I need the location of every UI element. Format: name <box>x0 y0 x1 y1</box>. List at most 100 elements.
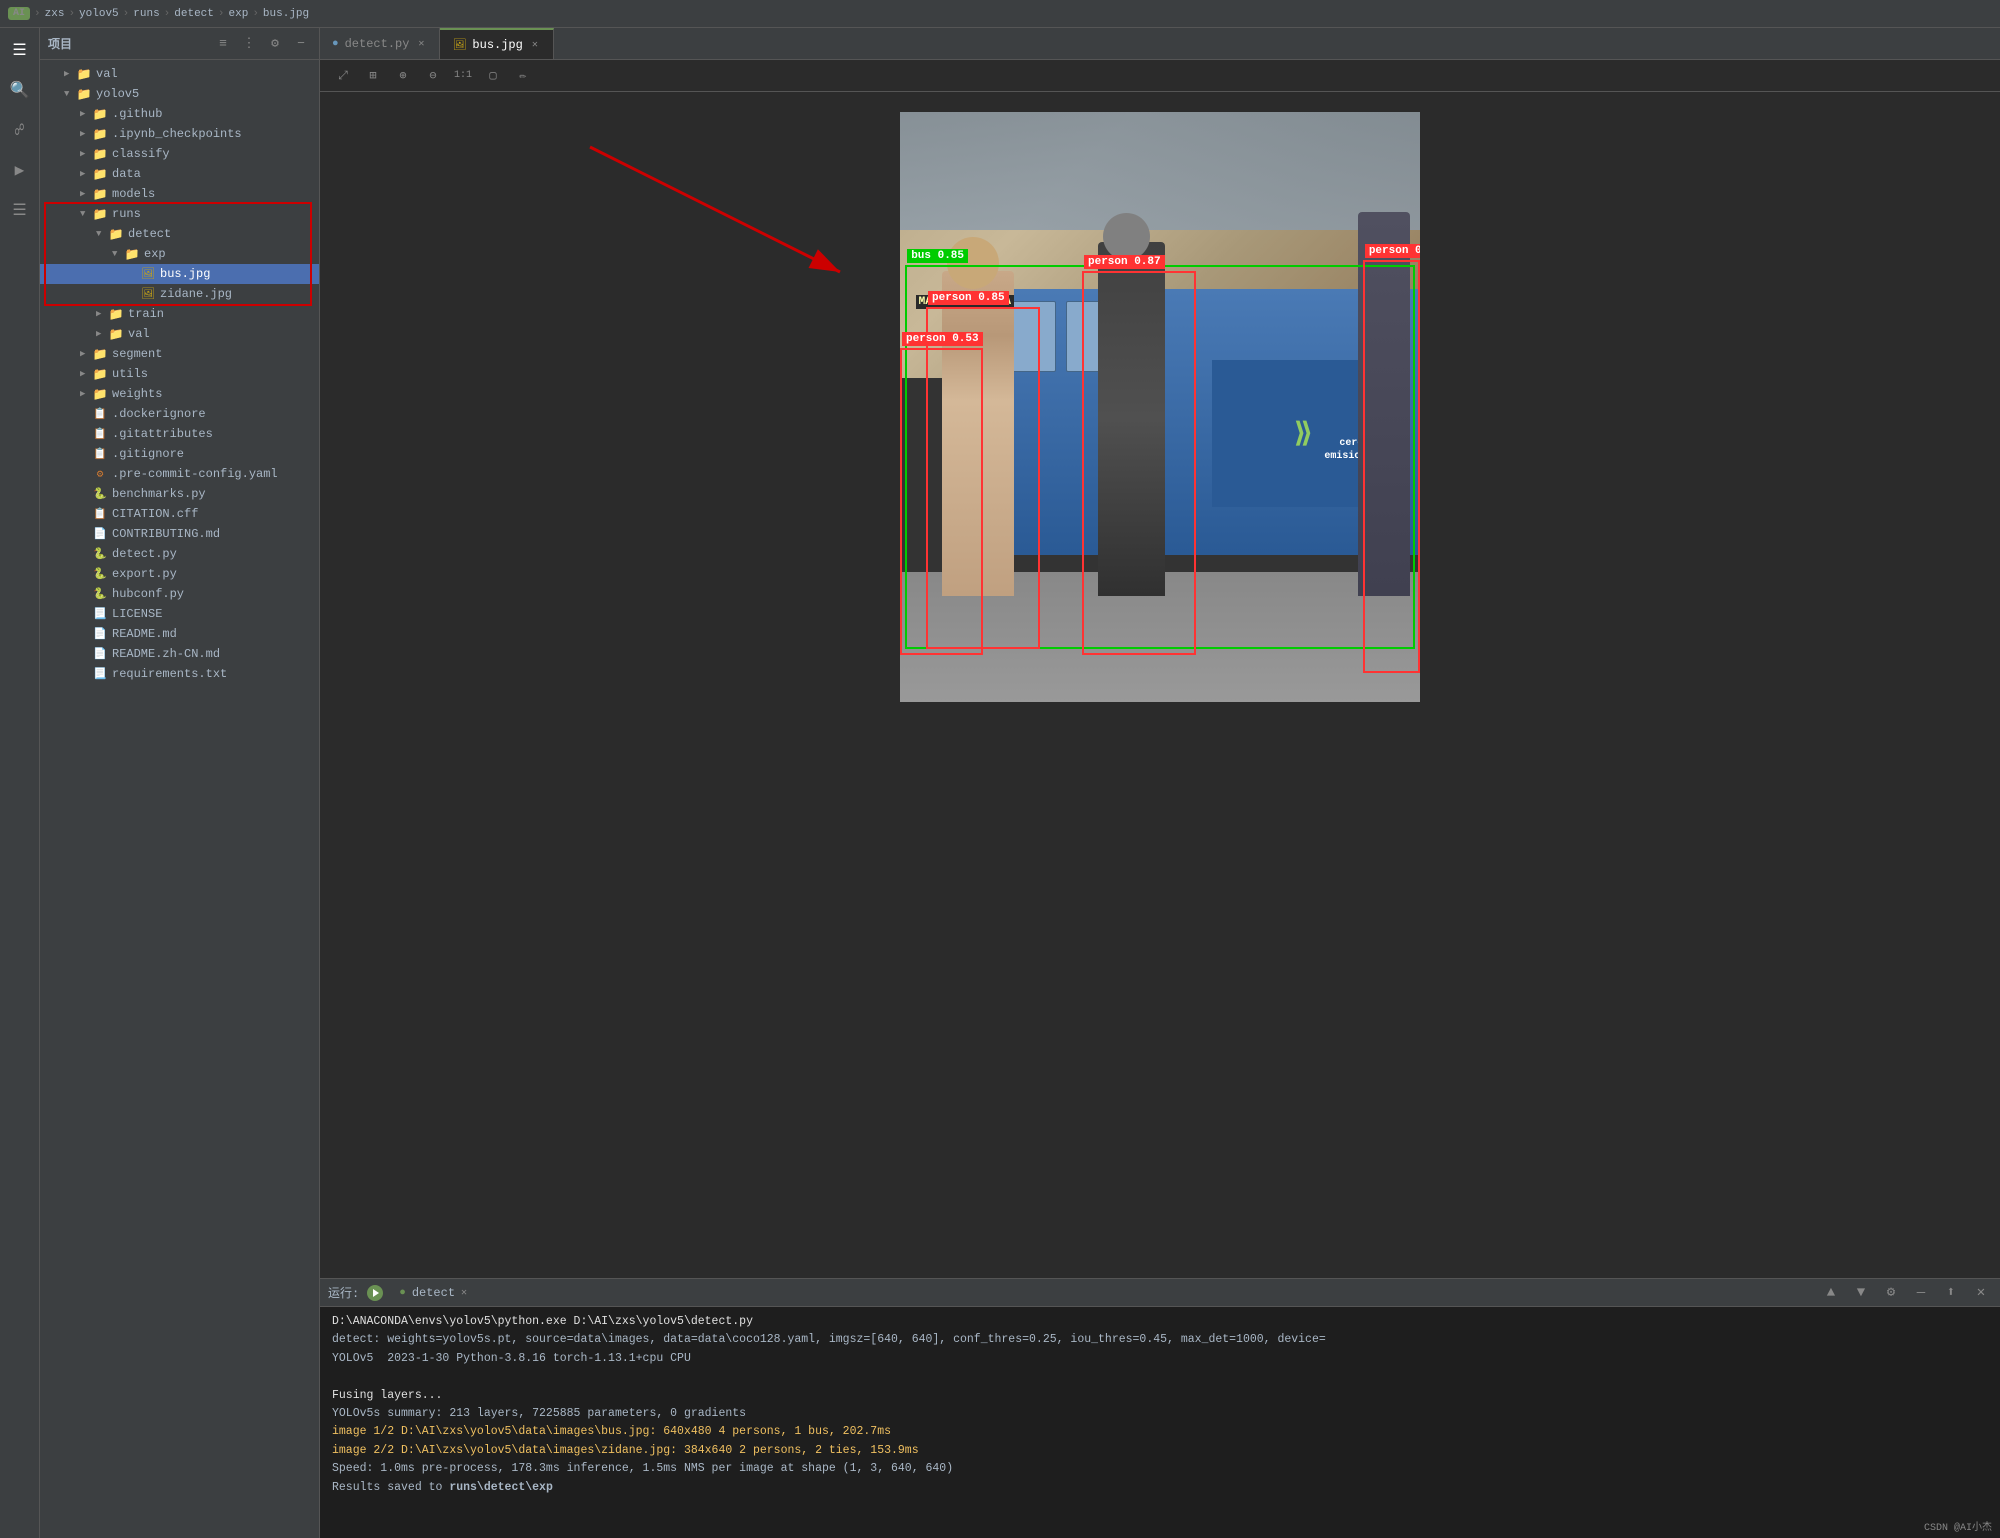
term-minimize[interactable]: — <box>1910 1282 1932 1304</box>
term-close[interactable]: ✕ <box>1970 1282 1992 1304</box>
tree-label: .github <box>112 107 162 121</box>
tree-label: segment <box>112 347 162 361</box>
file-tree: ▶📁val▼📁yolov5▶📁.github▶📁.ipynb_checkpoin… <box>40 60 319 1538</box>
bc-detect[interactable]: detect <box>174 8 214 20</box>
tree-item-pre-commit[interactable]: ⚙.pre-commit-config.yaml <box>40 464 319 484</box>
new-folder-icon[interactable]: ≡ <box>213 34 233 54</box>
tree-item-ipynb[interactable]: ▶📁.ipynb_checkpoints <box>40 124 319 144</box>
cfg-icon: 📋 <box>92 406 108 422</box>
tree-item-requirements[interactable]: 📃requirements.txt <box>40 664 319 684</box>
tree-item-models[interactable]: ▶📁models <box>40 184 319 204</box>
tree-item-segment[interactable]: ▶📁segment <box>40 344 319 364</box>
tree-item-val-top[interactable]: ▶📁val <box>40 64 319 84</box>
tree-item-readme[interactable]: 📄README.md <box>40 624 319 644</box>
bc-exp[interactable]: exp <box>229 8 249 20</box>
zoom-out-btn[interactable]: ⊖ <box>422 65 444 87</box>
collapse-arrow: ▶ <box>80 349 92 359</box>
minimize-icon[interactable]: − <box>291 34 311 54</box>
tree-label: utils <box>112 367 148 381</box>
terminal-summary: YOLOv5s summary: 213 layers, 7225885 par… <box>332 1405 1988 1423</box>
tree-label: .dockerignore <box>112 407 206 421</box>
settings-icon[interactable]: ⚙ <box>265 34 285 54</box>
term-settings[interactable]: ⚙ <box>1880 1282 1902 1304</box>
tree-item-train[interactable]: ▶📁train <box>40 304 319 324</box>
image-toolbar: ⤢ ⊞ ⊕ ⊖ 1:1 ▢ ✏ <box>320 60 2000 92</box>
search-icon[interactable]: 🔍 <box>6 76 34 104</box>
terminal-close[interactable]: ✕ <box>461 1287 467 1299</box>
tree-item-utils[interactable]: ▶📁utils <box>40 364 319 384</box>
terminal-content: D:\ANACONDA\envs\yolov5\python.exe D:\AI… <box>320 1307 2000 1538</box>
close-bus-jpg[interactable]: ✕ <box>529 38 541 52</box>
extensions-icon[interactable]: ☰ <box>6 196 34 224</box>
tree-item-export-py[interactable]: 🐍export.py <box>40 564 319 584</box>
tree-item-weights[interactable]: ▶📁weights <box>40 384 319 404</box>
grid-btn[interactable]: ⊞ <box>362 65 384 87</box>
tree-item-classify[interactable]: ▶📁classify <box>40 144 319 164</box>
tab-bus-jpg[interactable]: 🖼 bus.jpg ✕ <box>440 28 553 59</box>
tree-item-benchmarks[interactable]: 🐍benchmarks.py <box>40 484 319 504</box>
ratio-btn[interactable]: 1:1 <box>452 65 474 87</box>
tree-item-license[interactable]: 📃LICENSE <box>40 604 319 624</box>
tree-item-contributing[interactable]: 📄CONTRIBUTING.md <box>40 524 319 544</box>
tree-label: hubconf.py <box>112 587 184 601</box>
tree-item-val2[interactable]: ▶📁val <box>40 324 319 344</box>
collapse-arrow: ▶ <box>64 69 76 79</box>
edit-btn[interactable]: ✏ <box>512 65 534 87</box>
play-button[interactable] <box>367 1285 383 1301</box>
tree-item-yolov5[interactable]: ▼📁yolov5 <box>40 84 319 104</box>
tree-item-bus-jpg[interactable]: 🖼bus.jpg <box>40 264 319 284</box>
git-icon[interactable]: ☍ <box>6 116 34 144</box>
tree-item-github[interactable]: ▶📁.github <box>40 104 319 124</box>
frame-btn[interactable]: ▢ <box>482 65 504 87</box>
tree-item-zidane-jpg[interactable]: 🖼zidane.jpg <box>40 284 319 304</box>
tree-label: yolov5 <box>96 87 139 101</box>
tree-label: .pre-commit-config.yaml <box>112 467 278 481</box>
term-scroll-up[interactable]: ▲ <box>1820 1282 1842 1304</box>
bc-busjpg[interactable]: bus.jpg <box>263 8 309 20</box>
tree-item-readme-cn[interactable]: 📄README.zh-CN.md <box>40 644 319 664</box>
expand-btn[interactable]: ⤢ <box>332 65 354 87</box>
terminal-fusing: Fusing layers... <box>332 1387 1988 1405</box>
zoom-in-btn[interactable]: ⊕ <box>392 65 414 87</box>
tree-item-hubconf[interactable]: 🐍hubconf.py <box>40 584 319 604</box>
folder-icon: 📁 <box>92 126 108 142</box>
tree-label: README.md <box>112 627 177 641</box>
tree-item-gitignore[interactable]: 📋.gitignore <box>40 444 319 464</box>
left-icon-bar: ☰ 🔍 ☍ ▶ ☰ <box>0 28 40 1538</box>
tab-detect-py[interactable]: ● detect.py ✕ <box>320 28 440 59</box>
collapse-icon[interactable]: ⋮ <box>239 34 259 54</box>
tree-item-runs[interactable]: ▼📁runs <box>40 204 319 224</box>
img-icon: 🖼 <box>140 266 156 282</box>
tree-item-detect[interactable]: ▼📁detect <box>40 224 319 244</box>
tree-label: README.zh-CN.md <box>112 647 220 661</box>
folder-icon: 📁 <box>108 306 124 322</box>
expand-arrow: ▼ <box>112 249 124 259</box>
run-icon[interactable]: ▶ <box>6 156 34 184</box>
results-path: runs\detect\exp <box>449 1481 553 1494</box>
bc-runs[interactable]: runs <box>133 8 159 20</box>
term-scroll-down[interactable]: ▼ <box>1850 1282 1872 1304</box>
collapse-arrow: ▶ <box>80 149 92 159</box>
tree-item-exp[interactable]: ▼📁exp <box>40 244 319 264</box>
folder-icon: 📁 <box>92 366 108 382</box>
term-expand[interactable]: ⬆ <box>1940 1282 1962 1304</box>
tree-item-detect-py[interactable]: 🐍detect.py <box>40 544 319 564</box>
bc-yolov5[interactable]: yolov5 <box>79 8 119 20</box>
folder-icon: 📁 <box>92 166 108 182</box>
tree-item-data[interactable]: ▶📁data <box>40 164 319 184</box>
close-detect-py[interactable]: ✕ <box>415 37 427 51</box>
tree-item-citation[interactable]: 📋CITATION.cff <box>40 504 319 524</box>
py-icon: 🐍 <box>92 546 108 562</box>
tree-label: CONTRIBUTING.md <box>112 527 220 541</box>
tree-item-gitattributes[interactable]: 📋.gitattributes <box>40 424 319 444</box>
terminal-tab-detect[interactable]: ● detect ✕ <box>391 1284 475 1302</box>
tree-label: CITATION.cff <box>112 507 198 521</box>
tree-label: data <box>112 167 141 181</box>
files-icon[interactable]: ☰ <box>6 36 34 64</box>
expand-arrow: ▼ <box>64 89 76 99</box>
bc-zxs[interactable]: zxs <box>45 8 65 20</box>
folder-icon: 📁 <box>92 386 108 402</box>
tree-item-dockerignore[interactable]: 📋 .dockerignore <box>40 404 319 424</box>
tree-label: LICENSE <box>112 607 162 621</box>
tree-label: .gitattributes <box>112 427 213 441</box>
